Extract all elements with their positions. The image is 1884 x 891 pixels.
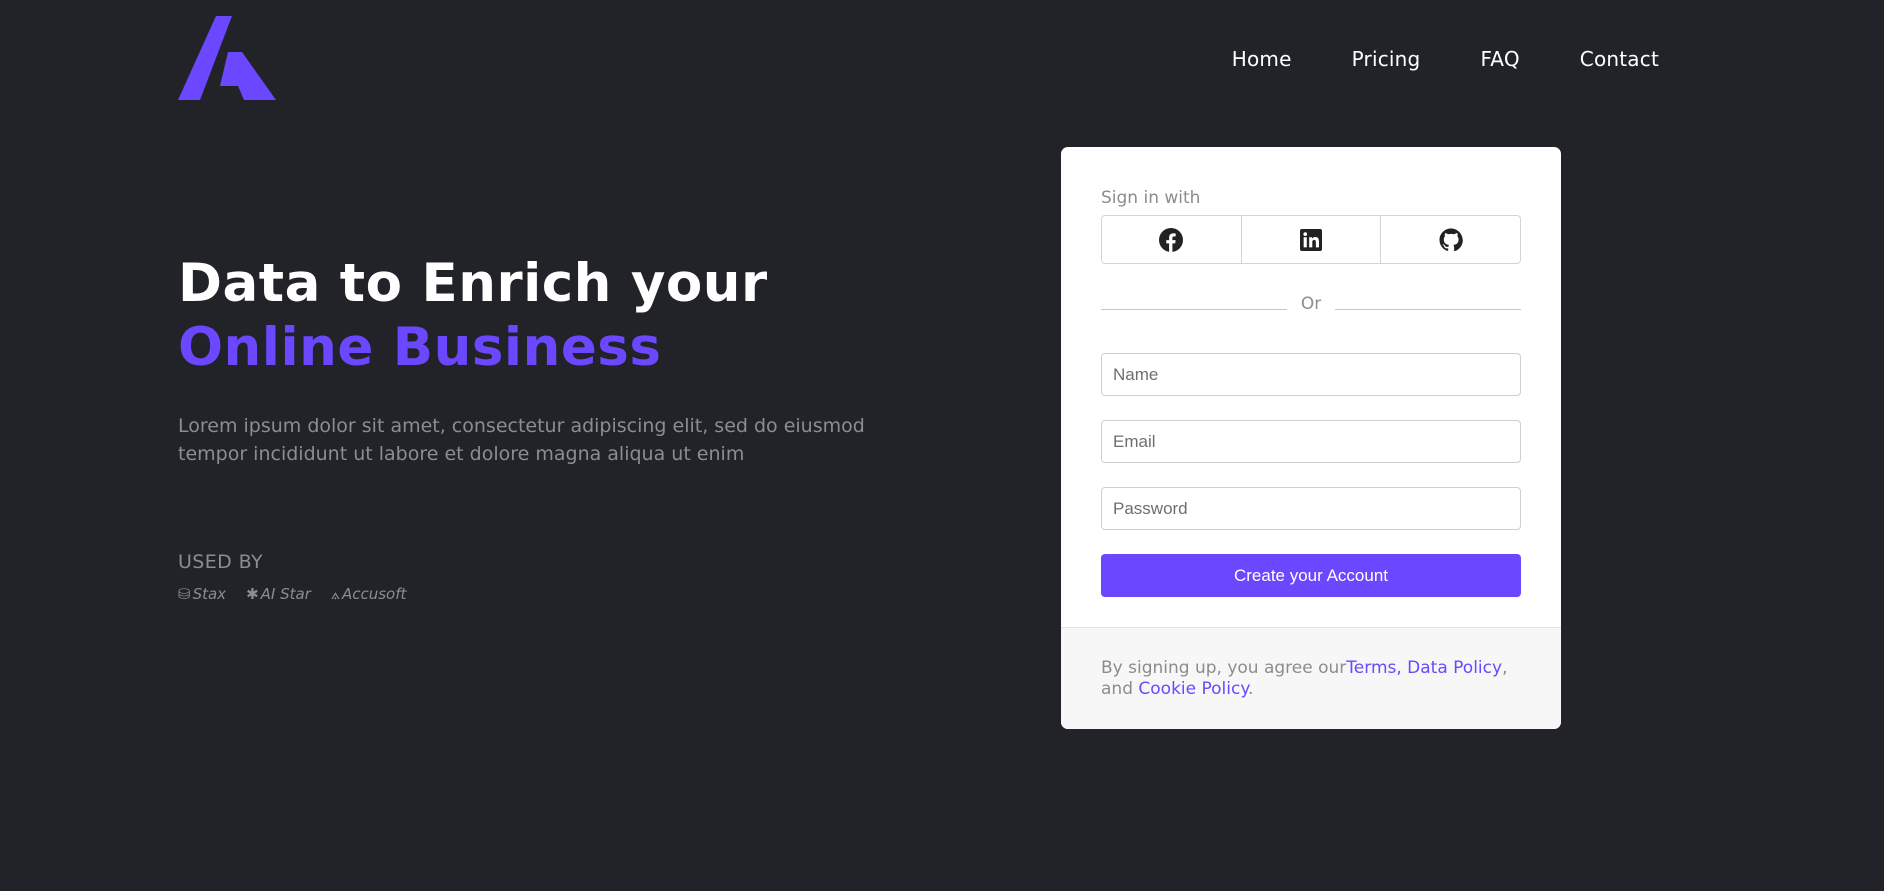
facebook-icon	[1159, 227, 1184, 252]
terms-prefix: By signing up, you agree our	[1101, 658, 1347, 678]
cookie-policy-link[interactable]: Cookie Policy	[1138, 679, 1248, 699]
terms-link[interactable]: Terms, Data Policy	[1346, 658, 1502, 678]
signup-card-body: Sign in with Or Name Email Create your A…	[1061, 147, 1561, 627]
password-input[interactable]	[1101, 487, 1521, 530]
nav-faq[interactable]: FAQ	[1480, 46, 1519, 72]
brand-ai-star: ✱ AI Star	[246, 585, 311, 603]
used-by-section: USED BY ⛁ Stax ✱ AI Star ⟑ Accusoft	[178, 551, 406, 603]
hero-description: Lorem ipsum dolor sit amet, consectetur …	[178, 415, 865, 465]
or-label: Or	[1300, 294, 1322, 314]
brand-list: ⛁ Stax ✱ AI Star ⟑ Accusoft	[178, 585, 406, 603]
github-login-button[interactable]	[1381, 215, 1522, 264]
used-by-label: USED BY	[178, 551, 264, 573]
asterisk-icon: ✱	[246, 585, 259, 603]
create-account-button[interactable]: Create your Account	[1101, 554, 1521, 597]
accusoft-icon: ⟑	[330, 585, 340, 603]
brand-stax: ⛁ Stax	[178, 585, 226, 603]
email-input[interactable]	[1101, 420, 1521, 463]
nav-home[interactable]: Home	[1232, 46, 1292, 72]
social-login-group	[1101, 215, 1522, 264]
brand-logo-icon[interactable]	[178, 16, 276, 100]
signup-card: Sign in with Or Name Email Create your A…	[1061, 147, 1561, 729]
database-icon: ⛁	[178, 585, 191, 603]
signup-terms: By signing up, you agree ourTerms, Data …	[1061, 627, 1561, 729]
terms-suffix: .	[1247, 679, 1254, 699]
hero-title: Data to Enrich your Online Business	[178, 252, 768, 380]
brand-name: Accusoft	[341, 585, 407, 603]
brand-name: AI Star	[260, 585, 311, 603]
name-input[interactable]	[1101, 353, 1521, 396]
github-icon	[1439, 228, 1463, 251]
linkedin-login-button[interactable]	[1241, 215, 1382, 264]
facebook-login-button[interactable]	[1101, 215, 1242, 264]
hero-title-line1: Data to Enrich your	[178, 253, 768, 314]
main-nav: Home Pricing FAQ Contact	[1232, 46, 1659, 72]
brand-accusoft: ⟑ Accusoft	[331, 585, 407, 603]
hero-title-line2: Online Business	[178, 317, 662, 378]
divider-line	[1101, 308, 1287, 310]
or-divider: Or	[1101, 294, 1521, 314]
sign-in-with-label: Sign in with	[1101, 188, 1201, 208]
nav-contact[interactable]: Contact	[1580, 46, 1659, 72]
nav-pricing[interactable]: Pricing	[1352, 46, 1421, 72]
divider-line	[1335, 308, 1521, 310]
brand-name: Stax	[192, 585, 227, 603]
linkedin-icon	[1300, 228, 1322, 251]
